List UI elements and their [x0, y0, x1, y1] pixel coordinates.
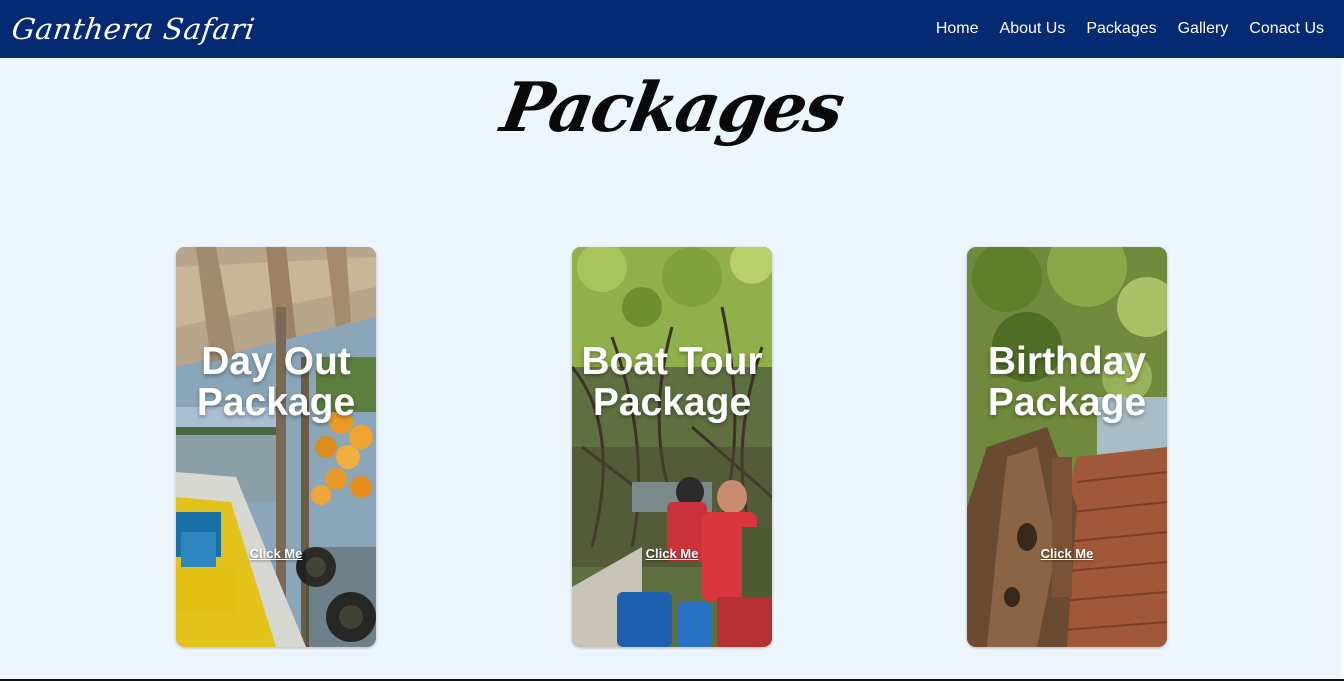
- nav-links: Home About Us Packages Gallery Conact Us: [936, 20, 1324, 38]
- card-title-line2: Package: [592, 381, 752, 424]
- click-me-link[interactable]: Click Me: [967, 546, 1167, 561]
- card-title-line2: Package: [196, 381, 356, 424]
- card-title: Birthday Package: [967, 341, 1167, 423]
- card-image-wooden-deck: [967, 247, 1167, 647]
- package-card-birthday[interactable]: Birthday Package Click Me: [967, 247, 1167, 647]
- card-title-line2: Package: [987, 381, 1147, 424]
- nav-link-gallery[interactable]: Gallery: [1178, 20, 1229, 38]
- card-title-line1: Boat Tour: [581, 340, 763, 383]
- package-card-day-out[interactable]: Day Out Package Click Me: [176, 247, 376, 647]
- package-card-boat-tour[interactable]: Boat Tour Package Click Me: [572, 247, 772, 647]
- page-title: Packages: [495, 68, 849, 148]
- nav-link-home[interactable]: Home: [936, 20, 979, 38]
- brand-logo[interactable]: Ganthera Safari: [10, 12, 258, 46]
- card-image-boat-market: [176, 247, 376, 647]
- nav-link-about-us[interactable]: About Us: [1000, 20, 1066, 38]
- card-title: Day Out Package: [176, 341, 376, 423]
- card-title: Boat Tour Package: [572, 341, 772, 423]
- nav-link-contact-us[interactable]: Conact Us: [1249, 20, 1324, 38]
- card-image-mangrove-boat: [572, 247, 772, 647]
- card-title-line1: Birthday: [987, 340, 1147, 383]
- nav-link-packages[interactable]: Packages: [1086, 20, 1156, 38]
- navbar: Ganthera Safari Home About Us Packages G…: [0, 0, 1344, 58]
- click-me-link[interactable]: Click Me: [572, 546, 772, 561]
- click-me-link[interactable]: Click Me: [176, 546, 376, 561]
- card-title-line1: Day Out: [201, 340, 351, 383]
